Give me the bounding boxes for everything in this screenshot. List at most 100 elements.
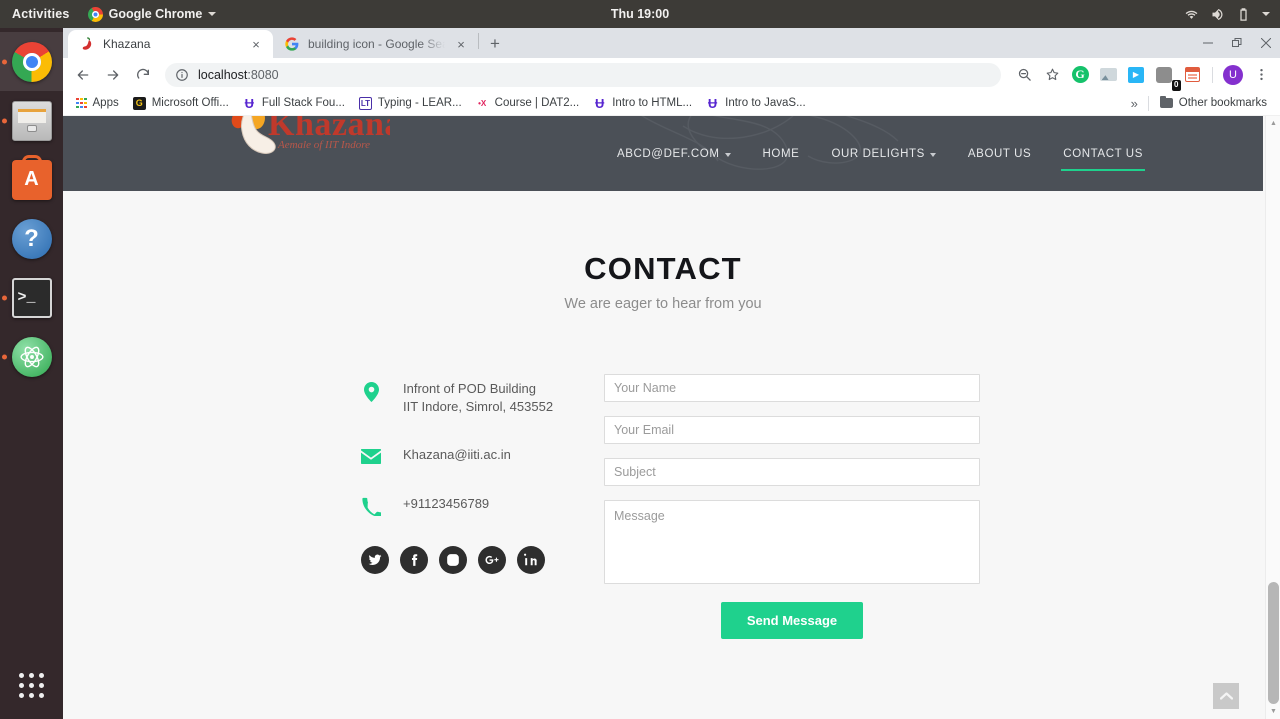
close-button[interactable] (1251, 28, 1280, 58)
other-bookmarks-label: Other bookmarks (1178, 97, 1267, 109)
system-tray[interactable] (1184, 7, 1280, 22)
zoom-out-button[interactable] (1011, 62, 1037, 88)
contact-body: Infront of POD Building IIT Indore, Simr… (63, 374, 1263, 639)
dock-item-atom[interactable] (0, 327, 63, 386)
bookmark-label: Full Stack Fou... (261, 97, 345, 109)
new-tab-button[interactable]: + (481, 30, 509, 58)
tab-khazana[interactable]: Khazana × (68, 30, 273, 58)
page-scrollbar[interactable]: ▲ ▼ (1265, 116, 1280, 719)
bookmark-label: Intro to JavaS... (725, 97, 806, 109)
tab-google-search[interactable]: building icon - Google Sea × (273, 30, 478, 58)
nav-item-contact-us[interactable]: CONTACT US (1047, 116, 1159, 191)
ex-icon: •X (475, 96, 489, 110)
social-link-twitter[interactable] (361, 546, 389, 574)
running-indicator (2, 295, 7, 300)
chevron-down-icon (929, 152, 936, 157)
scrollbar-thumb[interactable] (1268, 582, 1279, 704)
bookmark-apps[interactable]: Apps (69, 94, 126, 112)
page-viewport: Khazana Aemale of IIT Indore ABCD@DEF.CO… (63, 116, 1280, 719)
scroll-up-arrow-icon[interactable]: ▲ (1266, 116, 1280, 131)
subject-input[interactable] (604, 458, 980, 486)
nav-item-our-delights[interactable]: OUR DELIGHTS (815, 116, 951, 191)
apps-grid-icon (76, 97, 87, 109)
social-link-linkedin[interactable] (517, 546, 545, 574)
bookmark-button[interactable] (1039, 62, 1065, 88)
dock-item-ubuntu-software[interactable]: A (0, 150, 63, 209)
volume-icon (1212, 8, 1223, 20)
scroll-to-top-button[interactable] (1213, 683, 1239, 709)
contact-form: Send Message (604, 374, 980, 639)
minimize-button[interactable] (1193, 28, 1222, 58)
bookmark-label: Microsoft Offi... (151, 97, 229, 109)
scroll-down-arrow-icon[interactable]: ▼ (1266, 704, 1280, 719)
dock-item-chrome[interactable] (0, 32, 63, 91)
chevron-down-icon[interactable] (1262, 12, 1270, 16)
bookmark-microsoft-office[interactable]: G Microsoft Offi... (126, 94, 236, 113)
maximize-button[interactable] (1222, 28, 1251, 58)
battery-icon (1240, 7, 1247, 21)
name-input[interactable] (604, 374, 980, 402)
email-input[interactable] (604, 416, 980, 444)
blue-arrow-extension-button[interactable] (1123, 62, 1149, 88)
tab-close-button[interactable]: × (453, 36, 469, 52)
email-text[interactable]: Khazana@iiti.ac.in (403, 446, 511, 464)
phone-text[interactable]: +91123456789 (403, 495, 489, 513)
app-menu-label: Google Chrome (108, 7, 203, 21)
show-applications-button[interactable] (0, 659, 63, 711)
bookmark-label: Apps (92, 97, 119, 109)
reload-button[interactable] (129, 61, 157, 89)
grammarly-extension-button[interactable]: G (1067, 62, 1093, 88)
bookmark-intro-to-html[interactable]: Ʉ Intro to HTML... (586, 94, 699, 113)
bookmark-course-dat2[interactable]: •X Course | DAT2... (469, 94, 587, 113)
social-link-google-plus[interactable] (478, 546, 506, 574)
social-link-facebook[interactable] (400, 546, 428, 574)
bookmark-typing[interactable]: LT Typing - LEAR... (352, 94, 469, 113)
grammarly-extension-icon: G (1071, 66, 1089, 83)
toolbar-separator (1212, 66, 1213, 83)
facebook-icon (411, 554, 418, 566)
site-header: Khazana Aemale of IIT Indore ABCD@DEF.CO… (63, 116, 1263, 191)
chrome-menu-button[interactable] (1248, 62, 1274, 88)
browser-toolbar: localhost:8080 G 0 U (63, 58, 1280, 91)
dock-item-help[interactable]: ? (0, 209, 63, 268)
back-button[interactable] (69, 61, 97, 89)
nav-item-label: ABOUT US (967, 147, 1032, 160)
info-circle-icon (176, 68, 188, 81)
site-logo[interactable]: Khazana Aemale of IIT Indore (200, 116, 390, 169)
bookmark-label: Typing - LEAR... (377, 97, 462, 109)
terminal-icon: >_ (11, 277, 52, 318)
activities-button[interactable]: Activities (0, 7, 80, 21)
zoom-out-icon (1018, 68, 1031, 81)
badge-extension-button[interactable]: 0 (1151, 62, 1181, 91)
app-menu-button[interactable]: Google Chrome (80, 6, 225, 22)
wifi-icon (1185, 10, 1198, 19)
bookmark-full-stack[interactable]: Ʉ Full Stack Fou... (236, 94, 352, 113)
bookmark-intro-to-javascript[interactable]: Ʉ Intro to JavaS... (699, 94, 813, 113)
reload-icon (137, 68, 149, 79)
contact-info-column: Infront of POD Building IIT Indore, Simr… (361, 374, 604, 639)
dock-item-files[interactable] (0, 91, 63, 150)
profile-button[interactable]: U (1220, 62, 1246, 88)
running-indicator (2, 59, 7, 64)
udemy-icon: Ʉ (706, 95, 720, 111)
address-bar[interactable]: localhost:8080 (165, 62, 1001, 87)
send-message-button[interactable]: Send Message (720, 602, 864, 639)
notes-extension-icon (1184, 67, 1200, 82)
image-extension-button[interactable] (1095, 62, 1121, 88)
ubuntu-software-icon: A (11, 159, 52, 200)
apps-grid-icon (19, 672, 44, 698)
help-icon: ? (11, 218, 52, 259)
nav-item-email[interactable]: ABCD@DEF.COM (601, 116, 747, 191)
address-row: Infront of POD Building IIT Indore, Simr… (361, 380, 604, 416)
other-bookmarks-button[interactable]: Other bookmarks (1153, 94, 1274, 112)
bookmarks-overflow-button[interactable]: » (1125, 96, 1144, 111)
running-indicator (2, 118, 7, 123)
nav-item-about-us[interactable]: ABOUT US (952, 116, 1047, 191)
message-textarea[interactable] (604, 500, 980, 584)
nav-item-home[interactable]: HOME (747, 116, 816, 191)
tab-close-button[interactable]: × (248, 36, 264, 52)
social-link-instagram[interactable] (439, 546, 467, 574)
forward-button[interactable] (99, 61, 127, 89)
notes-extension-button[interactable] (1179, 62, 1205, 88)
dock-item-terminal[interactable]: >_ (0, 268, 63, 327)
